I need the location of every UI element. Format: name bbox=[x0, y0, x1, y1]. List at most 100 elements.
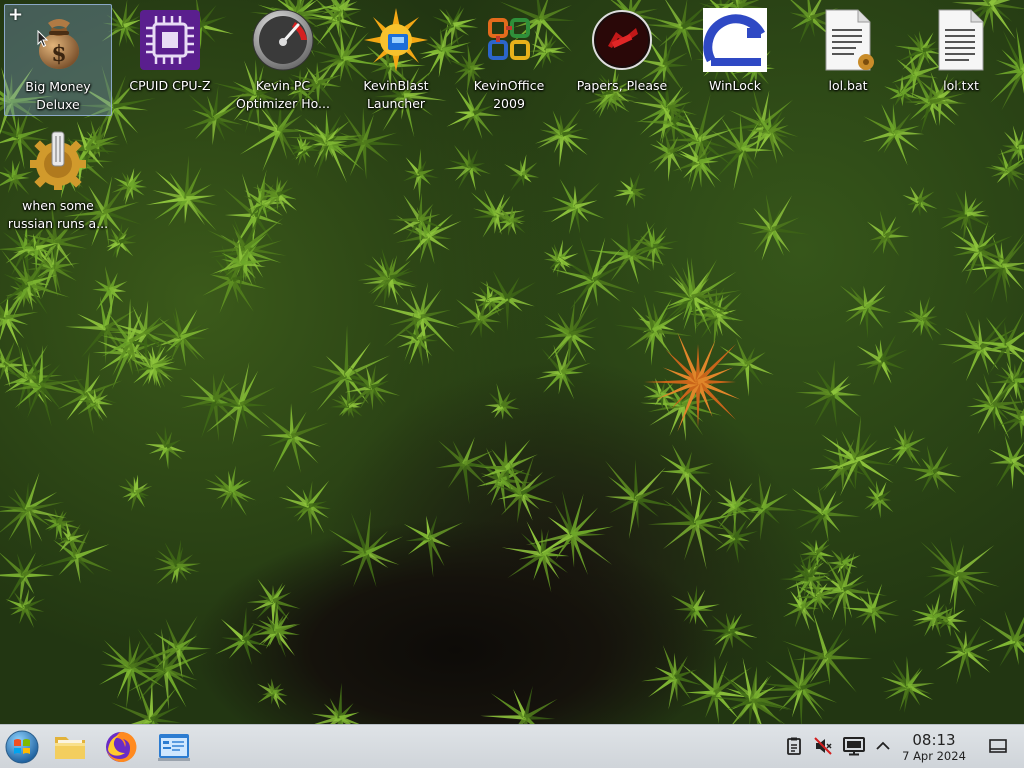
moss-tuft bbox=[714, 337, 774, 397]
moss-tuft bbox=[887, 425, 926, 468]
system-clock[interactable]: 08:13 7 Apr 2024 bbox=[893, 731, 975, 763]
winlock-arc-icon bbox=[703, 8, 767, 72]
desktop-icon-big-money-deluxe[interactable]: + $ Big Money Deluxe bbox=[4, 4, 112, 116]
red-seal-icon bbox=[590, 8, 654, 72]
money-bag-icon: $ bbox=[26, 9, 90, 73]
moss-tuft bbox=[144, 425, 187, 470]
moss-tuft bbox=[435, 436, 497, 505]
moss-tuft bbox=[534, 108, 590, 168]
office-logo-icon bbox=[477, 8, 541, 72]
moss-tuft bbox=[0, 472, 68, 551]
desktop-icon-label: KevinOffice 2009 bbox=[473, 78, 545, 111]
moss-tuft bbox=[902, 186, 938, 217]
moss-tuft bbox=[204, 465, 257, 516]
clock-time: 08:13 bbox=[912, 731, 956, 749]
moss-tuft bbox=[866, 210, 910, 257]
moss-tuft bbox=[670, 584, 720, 628]
moss-tuft bbox=[195, 362, 276, 445]
desktop-icon-lol-txt[interactable]: lol.txt bbox=[907, 4, 1015, 116]
moss-tuft bbox=[260, 403, 329, 474]
control-panel-icon bbox=[158, 734, 190, 761]
moss-tuft bbox=[403, 515, 464, 578]
moss-tuft bbox=[501, 521, 574, 593]
moss-tuft bbox=[826, 549, 861, 578]
moss-tuft bbox=[395, 206, 462, 265]
moss-tuft bbox=[311, 682, 360, 724]
moss-tuft bbox=[839, 285, 892, 339]
moss-tuft bbox=[332, 107, 404, 180]
moss-tuft bbox=[480, 685, 558, 724]
moss-tuft bbox=[791, 485, 861, 543]
desktop-icon-papers-please[interactable]: Papers, Please bbox=[568, 4, 676, 116]
desktop-icon-label: lol.bat bbox=[828, 78, 868, 93]
moss-tuft bbox=[896, 296, 942, 342]
desktop-icon-label: lol.txt bbox=[943, 78, 979, 93]
desktop-icon-label: Big Money Deluxe bbox=[25, 79, 91, 112]
moss-tuft bbox=[278, 480, 331, 536]
desktop-icon-label: when some russian runs a... bbox=[7, 198, 109, 231]
moss-tuft bbox=[152, 306, 210, 367]
firefox-button[interactable] bbox=[103, 729, 139, 765]
expand-arrow-icon[interactable] bbox=[873, 736, 893, 756]
moss-tuft bbox=[374, 281, 461, 365]
moss-tuft bbox=[484, 383, 521, 420]
svg-text:$: $ bbox=[51, 41, 66, 67]
start-button[interactable] bbox=[4, 729, 40, 765]
desktop-icon-winlock[interactable]: WinLock bbox=[681, 4, 789, 116]
taskbar: 08:13 7 Apr 2024 bbox=[0, 724, 1024, 768]
moss-tuft bbox=[535, 344, 591, 400]
moss-tuft bbox=[659, 444, 714, 508]
gear-script-icon bbox=[26, 128, 90, 192]
moss-tuft bbox=[111, 680, 182, 724]
clipboard-icon[interactable] bbox=[784, 736, 804, 756]
moss-tuft bbox=[701, 612, 758, 661]
moss-tuft bbox=[153, 539, 201, 585]
moss-tuft bbox=[795, 359, 862, 428]
desktop-icon-cpuid-cpu-z[interactable]: CPUID CPU-Z bbox=[116, 4, 224, 116]
desktop-icon-kevinoffice-2009[interactable]: KevinOffice 2009 bbox=[455, 4, 563, 116]
display-icon[interactable] bbox=[843, 736, 865, 756]
moss-tuft bbox=[256, 678, 288, 710]
moss-tuft bbox=[246, 578, 301, 631]
select-plus-icon[interactable]: + bbox=[8, 5, 23, 25]
batch-file-icon bbox=[816, 8, 880, 72]
volume-muted-icon[interactable] bbox=[813, 736, 833, 756]
moss-tuft bbox=[443, 144, 492, 191]
moss-tuft bbox=[816, 415, 896, 497]
moss-tuft bbox=[648, 130, 687, 182]
moss-tuft bbox=[864, 480, 894, 519]
file-manager-button[interactable] bbox=[52, 729, 88, 765]
moss-tuft bbox=[111, 168, 147, 206]
desktop-icon-kevinblast-launcher[interactable]: KevinBlast Launcher bbox=[342, 4, 450, 116]
desktop-icon-kevin-pc-optimizer[interactable]: Kevin PC Optimizer Ho... bbox=[229, 4, 337, 116]
file-manager-icon bbox=[55, 737, 85, 759]
text-file-icon bbox=[929, 8, 993, 72]
speedometer-gauge-icon bbox=[251, 8, 315, 72]
cpu-chip-icon bbox=[138, 8, 202, 72]
moss-tuft bbox=[541, 178, 605, 235]
desktop-icon-label: KevinBlast Launcher bbox=[363, 78, 429, 111]
moss-tuft bbox=[56, 352, 123, 435]
moss-tuft bbox=[856, 334, 908, 386]
moss-tuft bbox=[781, 610, 873, 693]
moss-tuft bbox=[613, 172, 647, 209]
mouse-pointer-icon bbox=[37, 30, 49, 48]
moss-tuft bbox=[935, 624, 995, 685]
show-desktop-icon[interactable] bbox=[988, 736, 1008, 756]
moss-tuft bbox=[118, 474, 153, 512]
moss-tuft bbox=[328, 508, 404, 588]
desktop-icon-lol-bat[interactable]: lol.bat bbox=[794, 4, 902, 116]
moss-tuft bbox=[403, 148, 439, 202]
moss-tuft bbox=[145, 155, 218, 232]
desktop-icon-label: WinLock bbox=[709, 78, 761, 93]
moss-tuft bbox=[988, 434, 1024, 490]
start-orb-icon bbox=[5, 730, 39, 764]
control-panel-button[interactable] bbox=[156, 729, 192, 765]
moss-tuft bbox=[736, 193, 810, 261]
moss-tuft bbox=[647, 484, 741, 570]
moss-tuft bbox=[330, 390, 365, 419]
desktop-icon-label: CPUID CPU-Z bbox=[129, 78, 211, 93]
firefox-icon bbox=[106, 731, 137, 762]
desktop-icon-russian-script[interactable]: when some russian runs a... bbox=[4, 124, 112, 236]
moss-tuft bbox=[309, 123, 350, 167]
